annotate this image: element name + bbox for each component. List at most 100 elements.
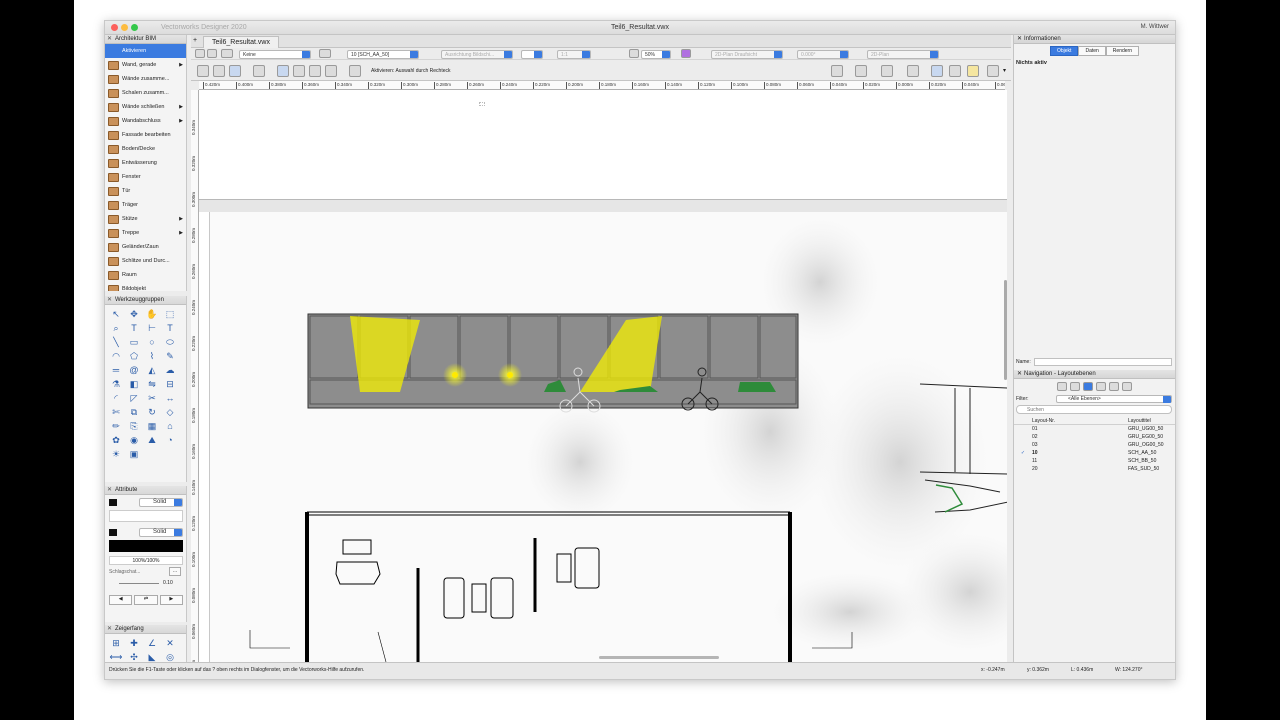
nav-references-icon[interactable] [1122,382,1132,391]
render-mode-select[interactable] [521,50,543,59]
close-icon[interactable]: ✕ [107,296,112,305]
close-icon[interactable]: ✕ [1017,35,1022,44]
arrow-end-button[interactable]: ▶ [159,595,183,605]
oval-icon[interactable]: ⬭ [162,335,178,349]
back-icon[interactable] [195,49,205,58]
freehand-icon[interactable]: ✎ [162,349,178,363]
dimension-icon[interactable]: ⊢ [144,321,160,335]
snap-grid-icon[interactable]: ⊞ [108,636,124,650]
class-options-icon[interactable] [907,65,919,77]
layout-row[interactable]: 11 SCH_BB_50 [1014,457,1175,465]
planting-icon[interactable]: ✿ [108,433,124,447]
inactive-marker[interactable] [1014,441,1032,449]
fill-style-select[interactable]: Solid [139,498,183,507]
class-icon[interactable] [221,49,233,58]
eyedropper-icon[interactable]: ⚗ [108,377,124,391]
trim-icon[interactable]: ✄ [108,405,124,419]
light-icon[interactable]: ☀ [108,447,124,461]
forward-icon[interactable] [207,49,217,58]
fillet-icon[interactable]: ◜ [108,391,124,405]
bim-tool-item[interactable]: Treppe ▶ [105,226,186,240]
pan-icon[interactable]: ✥ [126,307,142,321]
pen-style-select[interactable]: Solid [139,528,183,537]
bim-tool-item[interactable]: Wand, gerade ▶ [105,58,186,72]
column-layout-title[interactable]: Layouttitel [1128,417,1175,424]
shadow-options-button[interactable]: … [169,567,181,576]
inactive-marker[interactable] [1014,425,1032,433]
zoom-icon[interactable]: ⌕ [108,321,124,335]
preferences-icon[interactable] [349,65,361,77]
snap-object-icon[interactable]: ✚ [126,636,142,650]
spiral-icon[interactable]: @ [126,363,142,377]
snap-intersection-icon[interactable]: ✕ [162,636,178,650]
text-icon[interactable]: T [126,321,142,335]
layer-options-icon[interactable] [881,65,893,77]
reshape-icon[interactable]: ◇ [162,405,178,419]
bim-tool-item[interactable]: Schlitze und Durc... [105,254,186,268]
view-select[interactable]: 2D-Plan Draufsicht [711,50,783,59]
globe-icon[interactable]: ◉ [126,433,142,447]
arrow-style-button[interactable]: ⇄ [134,595,158,605]
layout-row[interactable]: 03 GRU_OG00_50 [1014,441,1175,449]
flyover-icon[interactable]: ⬚ [162,307,178,321]
mirror-icon[interactable]: ⇋ [144,377,160,391]
bim-tool-item[interactable]: Wände zusamme... [105,72,186,86]
close-icon[interactable]: ✕ [107,625,112,634]
bim-tool-item[interactable]: Fassade bearbeiten [105,128,186,142]
horizontal-scrollbar[interactable] [599,656,719,659]
column-layout-nr[interactable]: Layout-Nr. [1032,417,1128,424]
inactive-marker[interactable] [1014,465,1032,473]
magic-wand-icon[interactable] [831,65,843,77]
transform-icon[interactable] [213,65,225,77]
chamfer-icon[interactable]: ◸ [126,391,142,405]
user-account[interactable]: M. Wittwer [1141,24,1169,30]
render-icon[interactable]: ▣ [126,447,142,461]
clip-icon[interactable]: ⧉ [126,405,142,419]
pen-color-swatch[interactable] [109,529,117,536]
inactive-marker[interactable] [1014,457,1032,465]
render-align-select[interactable]: Ausrichtung Bildschi... [441,50,513,59]
opacity-field[interactable]: 100%/100% [109,556,183,565]
hand-icon[interactable]: ✋ [144,307,160,321]
view-cube-icon[interactable] [681,49,691,58]
bim-tool-item[interactable]: Schalen zusamm... [105,86,186,100]
connect-icon[interactable]: ↔ [162,391,178,405]
zoom-icon[interactable] [629,49,639,58]
projection-select[interactable]: 2D-Plan [867,50,939,59]
rect-marquee-icon[interactable] [277,65,289,77]
multi-reshape-icon[interactable] [229,65,241,77]
split-icon[interactable]: ✂ [144,391,160,405]
inactive-marker[interactable] [1014,433,1032,441]
layout-row[interactable]: 01 GRU_UG00_50 [1014,425,1175,433]
rotate-icon[interactable]: ↻ [144,405,160,419]
display-settings-icon[interactable] [987,65,999,77]
fill-color-swatch[interactable] [109,499,117,506]
info-tab[interactable]: Daten [1078,46,1106,56]
chevron-down-icon[interactable]: ▾ [1003,67,1006,74]
vertical-scrollbar[interactable] [1004,280,1007,380]
nav-sheet-layers-icon[interactable] [1083,382,1093,391]
close-icon[interactable]: ✕ [107,486,112,495]
bim-tool-item[interactable]: Geländer/Zaun [105,240,186,254]
revision-cloud-icon[interactable]: ☁ [162,363,178,377]
bim-tool-item[interactable]: Entwässerung [105,156,186,170]
active-check-icon[interactable]: ✓ [1014,449,1032,457]
circle-icon[interactable]: ○ [144,335,160,349]
close-icon[interactable]: ✕ [107,35,112,44]
arc-icon[interactable]: ◠ [108,349,124,363]
nav-viewports-icon[interactable] [1096,382,1106,391]
symbol-icon[interactable]: ▦ [144,419,160,433]
select-rect-icon[interactable] [253,65,265,77]
line-weight-value[interactable]: 0.10 [163,580,173,586]
nav-layers-icon[interactable] [1070,382,1080,391]
lasso-icon[interactable] [309,65,321,77]
line-icon[interactable]: ╲ [108,335,124,349]
slab-mode-icon[interactable] [949,65,961,77]
bim-tool-item[interactable]: Boden/Decke [105,142,186,156]
polygon-icon[interactable]: ⬠ [126,349,142,363]
callout-icon[interactable]: ◭ [144,363,160,377]
stamp-icon[interactable]: ⎘ [126,419,142,433]
layer-select[interactable]: 10 [SCH_AA_50] [347,50,419,59]
snap-angle-icon[interactable]: ∠ [144,636,160,650]
pencil-icon[interactable]: ✏ [108,419,124,433]
